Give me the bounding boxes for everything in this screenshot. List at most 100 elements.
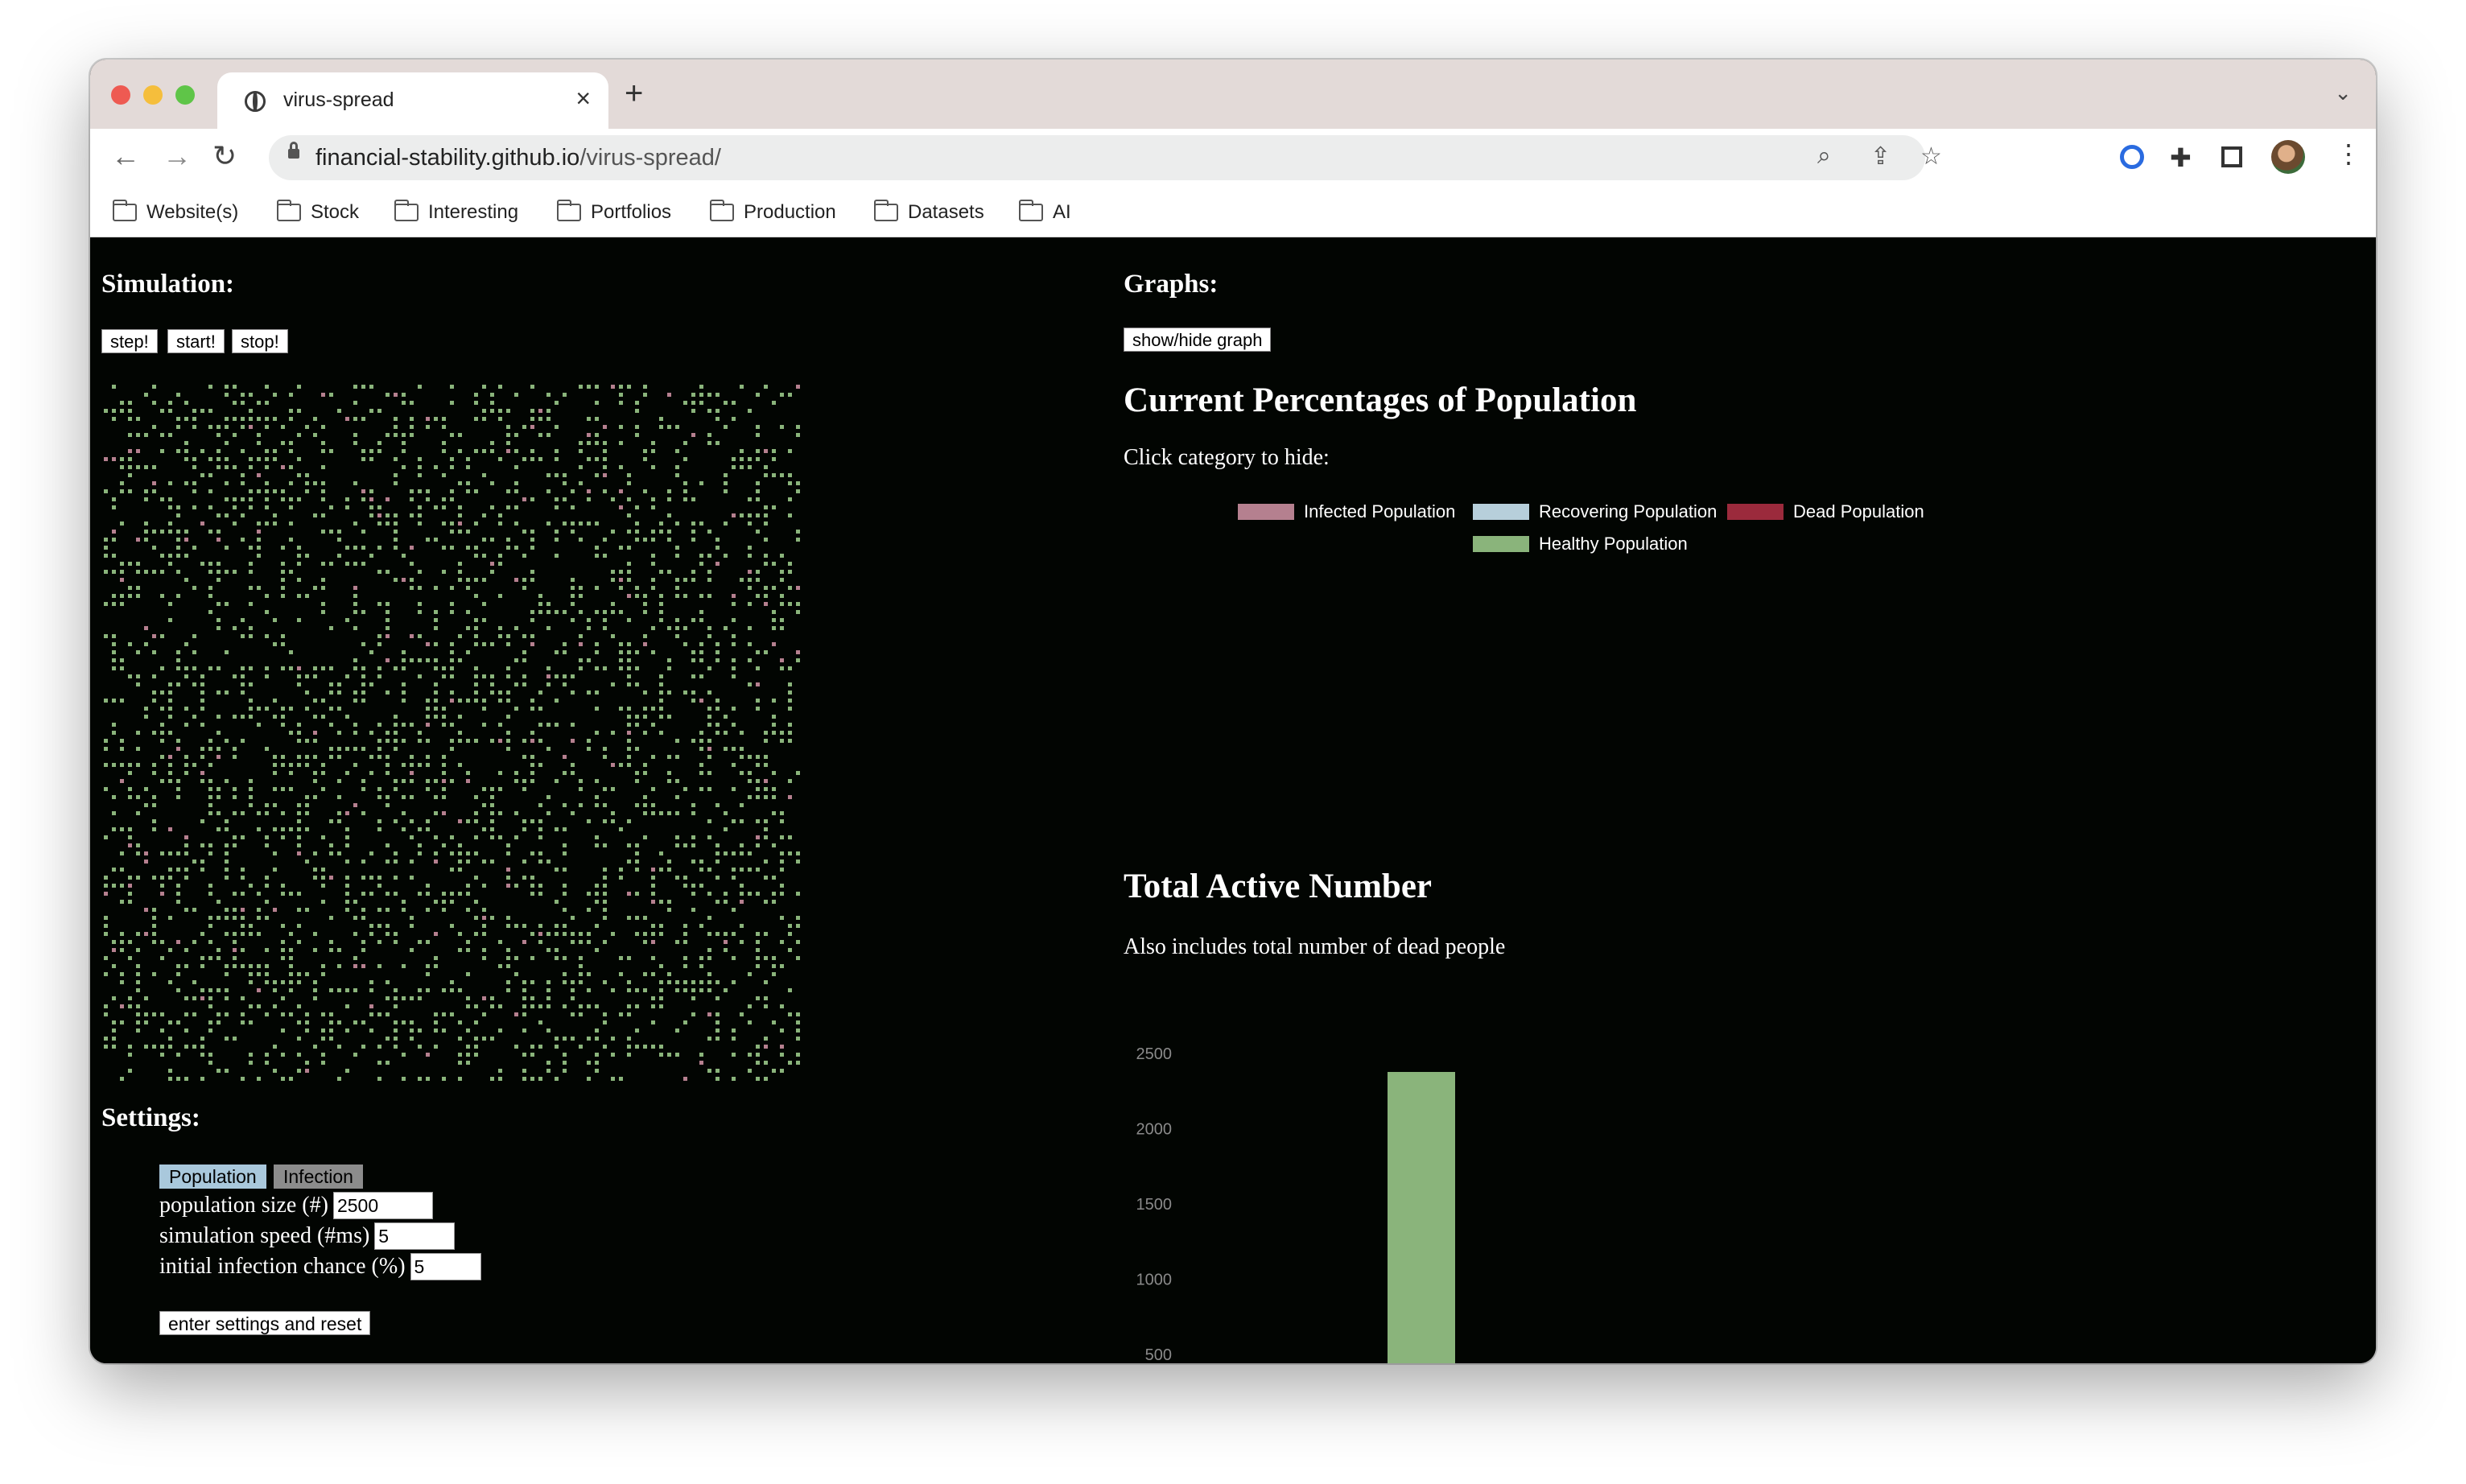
person-dot xyxy=(402,1053,406,1057)
person-dot xyxy=(659,610,663,614)
person-dot xyxy=(780,1028,784,1033)
forward-arrow-icon[interactable]: → xyxy=(163,138,192,174)
person-dot xyxy=(225,393,229,397)
person-dot xyxy=(410,795,414,799)
chevron-down-icon[interactable]: ⌄ xyxy=(2334,80,2352,105)
person-dot xyxy=(643,795,647,799)
person-dot xyxy=(498,723,502,727)
person-dot xyxy=(555,1045,559,1049)
person-dot xyxy=(732,876,736,880)
person-dot xyxy=(715,409,720,413)
bookmark-star-icon[interactable]: ☆ xyxy=(1920,142,1942,171)
back-arrow-icon[interactable]: ← xyxy=(111,138,140,174)
toggle-graph-button[interactable]: show/hide graph xyxy=(1124,328,1272,352)
minimize-window-button[interactable] xyxy=(143,85,163,105)
person-dot xyxy=(289,393,293,397)
bookmark-folder-ai[interactable]: AI xyxy=(1019,200,1071,224)
person-dot xyxy=(184,417,188,421)
profile-avatar[interactable] xyxy=(2271,140,2305,174)
person-dot xyxy=(474,546,478,550)
browser-tab[interactable]: virus-spread × xyxy=(217,72,608,129)
person-dot xyxy=(740,819,744,823)
maximize-window-button[interactable] xyxy=(175,85,195,105)
step-button[interactable]: step! xyxy=(101,329,158,353)
person-dot xyxy=(450,530,454,534)
person-dot xyxy=(281,465,285,469)
person-dot xyxy=(410,835,414,839)
tab-infection[interactable]: Infection xyxy=(274,1165,363,1189)
person-dot xyxy=(450,586,454,590)
password-extension-icon[interactable] xyxy=(2120,145,2144,169)
person-dot xyxy=(482,449,486,453)
legend-healthy[interactable]: Healthy Population xyxy=(1473,534,1688,554)
person-dot xyxy=(619,570,623,574)
person-dot xyxy=(490,916,494,920)
bookmark-folder-websites[interactable]: Website(s) xyxy=(113,200,238,224)
stop-button[interactable]: stop! xyxy=(232,329,288,353)
person-dot xyxy=(160,1028,164,1033)
person-dot xyxy=(756,1077,760,1081)
bookmark-folder-portfolios[interactable]: Portfolios xyxy=(557,200,671,224)
reload-icon[interactable]: ↻ xyxy=(212,138,237,174)
person-dot xyxy=(587,626,591,630)
tab-population[interactable]: Population xyxy=(159,1165,266,1189)
bookmark-folder-interesting[interactable]: Interesting xyxy=(394,200,518,224)
person-dot xyxy=(595,779,599,783)
person-dot xyxy=(297,618,301,622)
person-dot xyxy=(442,546,446,550)
side-panel-icon[interactable] xyxy=(2221,146,2242,167)
person-dot xyxy=(635,433,639,437)
person-dot xyxy=(522,739,526,743)
person-dot xyxy=(160,723,164,727)
person-dot xyxy=(635,1028,639,1033)
population-size-input[interactable] xyxy=(332,1192,433,1219)
person-dot xyxy=(603,666,607,670)
person-dot xyxy=(152,650,156,654)
person-dot xyxy=(635,538,639,542)
person-dot xyxy=(619,489,623,493)
person-dot xyxy=(675,980,679,984)
extensions-puzzle-icon[interactable]: ✚ xyxy=(2170,143,2192,172)
bookmark-folder-stock[interactable]: Stock xyxy=(277,200,359,224)
person-dot xyxy=(281,835,285,839)
person-dot xyxy=(418,473,422,477)
person-dot xyxy=(667,530,671,534)
reset-settings-button[interactable]: enter settings and reset xyxy=(159,1311,371,1335)
person-dot xyxy=(538,819,542,823)
bookmark-folder-production[interactable]: Production xyxy=(710,200,836,224)
person-dot xyxy=(104,787,108,791)
person-dot xyxy=(200,409,204,413)
address-bar[interactable]: financial-stability.github.io/virus-spre… xyxy=(269,135,1942,180)
new-tab-icon[interactable]: + xyxy=(625,77,643,109)
person-dot xyxy=(587,1077,591,1081)
legend-dead[interactable]: Dead Population xyxy=(1727,501,1924,522)
close-window-button[interactable] xyxy=(111,85,130,105)
share-icon[interactable]: ⇪ xyxy=(1870,142,1891,171)
person-dot xyxy=(651,868,655,872)
person-dot xyxy=(788,513,792,517)
person-dot xyxy=(345,1069,349,1073)
person-dot xyxy=(772,505,776,509)
person-dot xyxy=(571,530,575,534)
infection-chance-input[interactable] xyxy=(410,1253,481,1280)
simulation-speed-input[interactable] xyxy=(374,1222,456,1250)
lock-icon[interactable] xyxy=(288,142,299,159)
legend-recovering[interactable]: Recovering Population xyxy=(1473,501,1717,522)
person-dot xyxy=(297,554,301,558)
more-menu-icon[interactable]: ⋮ xyxy=(2336,138,2361,169)
person-dot xyxy=(514,779,518,783)
person-dot xyxy=(249,1053,253,1057)
close-tab-icon[interactable]: × xyxy=(575,84,591,113)
person-dot xyxy=(740,892,744,896)
person-dot xyxy=(313,779,317,783)
person-dot xyxy=(241,417,245,421)
person-dot xyxy=(208,851,212,855)
bookmark-folder-datasets[interactable]: Datasets xyxy=(874,200,984,224)
legend-infected[interactable]: Infected Population xyxy=(1238,501,1455,522)
zoom-icon[interactable]: ⌕ xyxy=(1817,142,1831,170)
start-button[interactable]: start! xyxy=(167,329,225,353)
person-dot xyxy=(474,642,478,646)
person-dot xyxy=(772,618,776,622)
person-dot xyxy=(369,851,373,855)
person-dot xyxy=(216,916,221,920)
